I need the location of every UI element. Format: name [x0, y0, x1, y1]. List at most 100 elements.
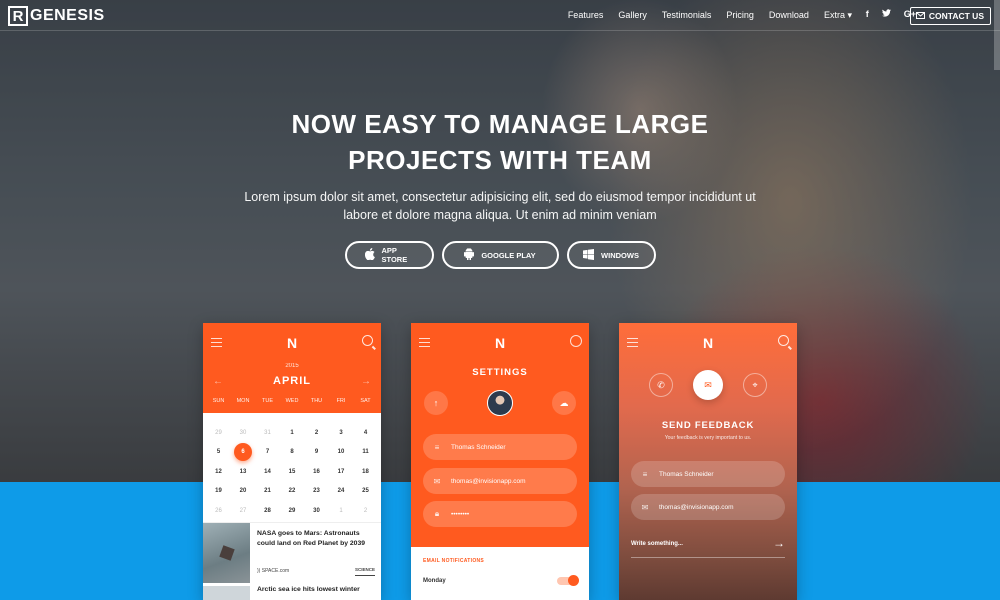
app-store-button[interactable]: APP STORE: [344, 241, 434, 269]
app-logo: N: [494, 335, 506, 351]
calendar-day[interactable]: 21: [256, 488, 279, 494]
calendar-day[interactable]: 30: [232, 430, 255, 436]
news-item[interactable]: NASA goes to Mars: Astronauts could land…: [203, 522, 381, 583]
menu-gallery[interactable]: Gallery: [618, 10, 647, 21]
calendar-day[interactable]: 29: [281, 508, 304, 514]
calendar-week: 5 6 7 8 9 10 11: [207, 443, 377, 463]
location-pin-icon[interactable]: ⌖: [743, 373, 767, 397]
arrow-right-icon[interactable]: →: [361, 376, 371, 387]
phone-icon[interactable]: ✆: [649, 373, 673, 397]
logo[interactable]: R GENESIS: [8, 6, 105, 26]
calendar-day[interactable]: 19: [207, 488, 230, 494]
name-field[interactable]: ≡ Thomas Schneider: [423, 434, 577, 460]
calendar-week: 29 30 31 1 2 3 4: [207, 423, 377, 443]
calendar-day[interactable]: 12: [207, 469, 230, 475]
calendar-day[interactable]: 6: [232, 443, 255, 462]
windows-button[interactable]: WINDOWS: [566, 241, 656, 269]
menu-extra-label: Extra: [823, 10, 845, 20]
power-icon[interactable]: [570, 335, 582, 347]
logo-text: GENESIS: [30, 7, 105, 24]
hero-text: NOW EASY TO MANAGE LARGE PROJECTS WITH T…: [0, 106, 1000, 224]
weekday: SAT: [360, 398, 371, 404]
news-thumbnail: [203, 586, 250, 600]
calendar-day[interactable]: 3: [330, 430, 353, 436]
twitter-icon[interactable]: [881, 9, 891, 19]
calendar-day[interactable]: 30: [305, 508, 328, 514]
menu-extra[interactable]: Extra ▾: [824, 10, 852, 21]
calendar-day[interactable]: 24: [330, 488, 353, 494]
menu-lines-icon: ≡: [642, 469, 648, 479]
windows-icon: [583, 248, 595, 262]
message-input[interactable]: Write something...: [631, 541, 683, 547]
social-links: f G+: [866, 9, 916, 19]
envelope-icon: ✉: [641, 502, 649, 512]
app-logo: N: [286, 335, 298, 351]
email-field[interactable]: ✉ thomas@invisionapp.com: [631, 494, 785, 520]
password-field[interactable]: 🔒︎ ••••••••: [423, 501, 577, 527]
password-value: ••••••••: [451, 510, 470, 518]
search-icon[interactable]: [362, 335, 373, 346]
calendar-day[interactable]: 23: [305, 488, 328, 494]
calendar-day[interactable]: 13: [232, 469, 255, 475]
windows-label: WINDOWS: [601, 250, 639, 260]
notifications-panel: [411, 547, 589, 600]
calendar-day[interactable]: 10: [330, 449, 353, 455]
menu-download[interactable]: Download: [769, 10, 809, 21]
news-source-label: SPACE.com: [261, 568, 290, 574]
calendar-day[interactable]: 4: [354, 430, 377, 436]
weekday: SUN: [212, 398, 225, 404]
cloud-download-icon[interactable]: ☁: [552, 391, 576, 415]
search-icon[interactable]: [778, 335, 789, 346]
calendar-day[interactable]: 25: [354, 488, 377, 494]
calendar-day[interactable]: 5: [207, 449, 230, 455]
lock-icon: 🔒︎: [434, 509, 440, 518]
calendar-day[interactable]: 18: [354, 469, 377, 475]
apple-icon: [364, 248, 375, 262]
calendar-day[interactable]: 22: [281, 488, 304, 494]
news-thumbnail: [203, 523, 250, 583]
upload-icon[interactable]: ↑: [424, 391, 448, 415]
feedback-phone: N ✆ ✉ ⌖ SEND FEEDBACK Your feedback is v…: [619, 323, 797, 600]
download-buttons: APP STORE GOOGLE PLAY WINDOWS: [0, 241, 1000, 269]
selected-day[interactable]: 6: [234, 443, 252, 462]
calendar-day[interactable]: 7: [256, 449, 279, 455]
send-arrow-icon[interactable]: →: [773, 536, 785, 550]
calendar-day[interactable]: 26: [207, 508, 230, 514]
calendar-day[interactable]: 20: [232, 488, 255, 494]
scrollbar[interactable]: [994, 0, 1000, 70]
calendar-day[interactable]: 2: [305, 430, 328, 436]
envelope-icon: ✉: [433, 476, 441, 486]
google-play-button[interactable]: GOOGLE PLAY: [441, 241, 559, 269]
menu-testimonials[interactable]: Testimonials: [662, 10, 712, 21]
calendar-day[interactable]: 29: [207, 430, 230, 436]
calendar-day[interactable]: 14: [256, 469, 279, 475]
android-icon: [464, 247, 475, 262]
calendar-day[interactable]: 11: [354, 449, 377, 455]
contact-us-button[interactable]: CONTACT US: [909, 7, 991, 25]
monday-label: Monday: [423, 578, 446, 584]
menu-pricing[interactable]: Pricing: [726, 10, 754, 21]
calendar-day[interactable]: 9: [305, 449, 328, 455]
menu-features[interactable]: Features: [568, 10, 604, 21]
calendar-day[interactable]: 2: [354, 508, 377, 514]
calendar-day[interactable]: 31: [256, 430, 279, 436]
calendar-day[interactable]: 1: [330, 508, 353, 514]
calendar-day[interactable]: 1: [281, 430, 304, 436]
facebook-icon[interactable]: f: [866, 9, 869, 19]
mail-icon[interactable]: ✉: [693, 370, 723, 400]
name-field[interactable]: ≡ Thomas Schneider: [631, 461, 785, 487]
monday-toggle[interactable]: [557, 575, 579, 586]
calendar-day[interactable]: 17: [330, 469, 353, 475]
chevron-down-icon: ▾: [847, 10, 852, 20]
news-body: NASA goes to Mars: Astronauts could land…: [250, 523, 381, 582]
email-field[interactable]: ✉ thomas@invisionapp.com: [423, 468, 577, 494]
calendar-day[interactable]: 16: [305, 469, 328, 475]
settings-phone: N SETTINGS ↑ ☁ ≡ Thomas Schneider ✉ thom…: [411, 323, 589, 600]
calendar-day[interactable]: 28: [256, 508, 279, 514]
news-title[interactable]: Arctic sea ice hits lowest winter: [257, 586, 360, 593]
calendar-week: 12 13 14 15 16 17 18: [207, 462, 377, 482]
avatar[interactable]: [487, 390, 513, 416]
calendar-day[interactable]: 8: [281, 449, 304, 455]
calendar-day[interactable]: 27: [232, 508, 255, 514]
calendar-day[interactable]: 15: [281, 469, 304, 475]
